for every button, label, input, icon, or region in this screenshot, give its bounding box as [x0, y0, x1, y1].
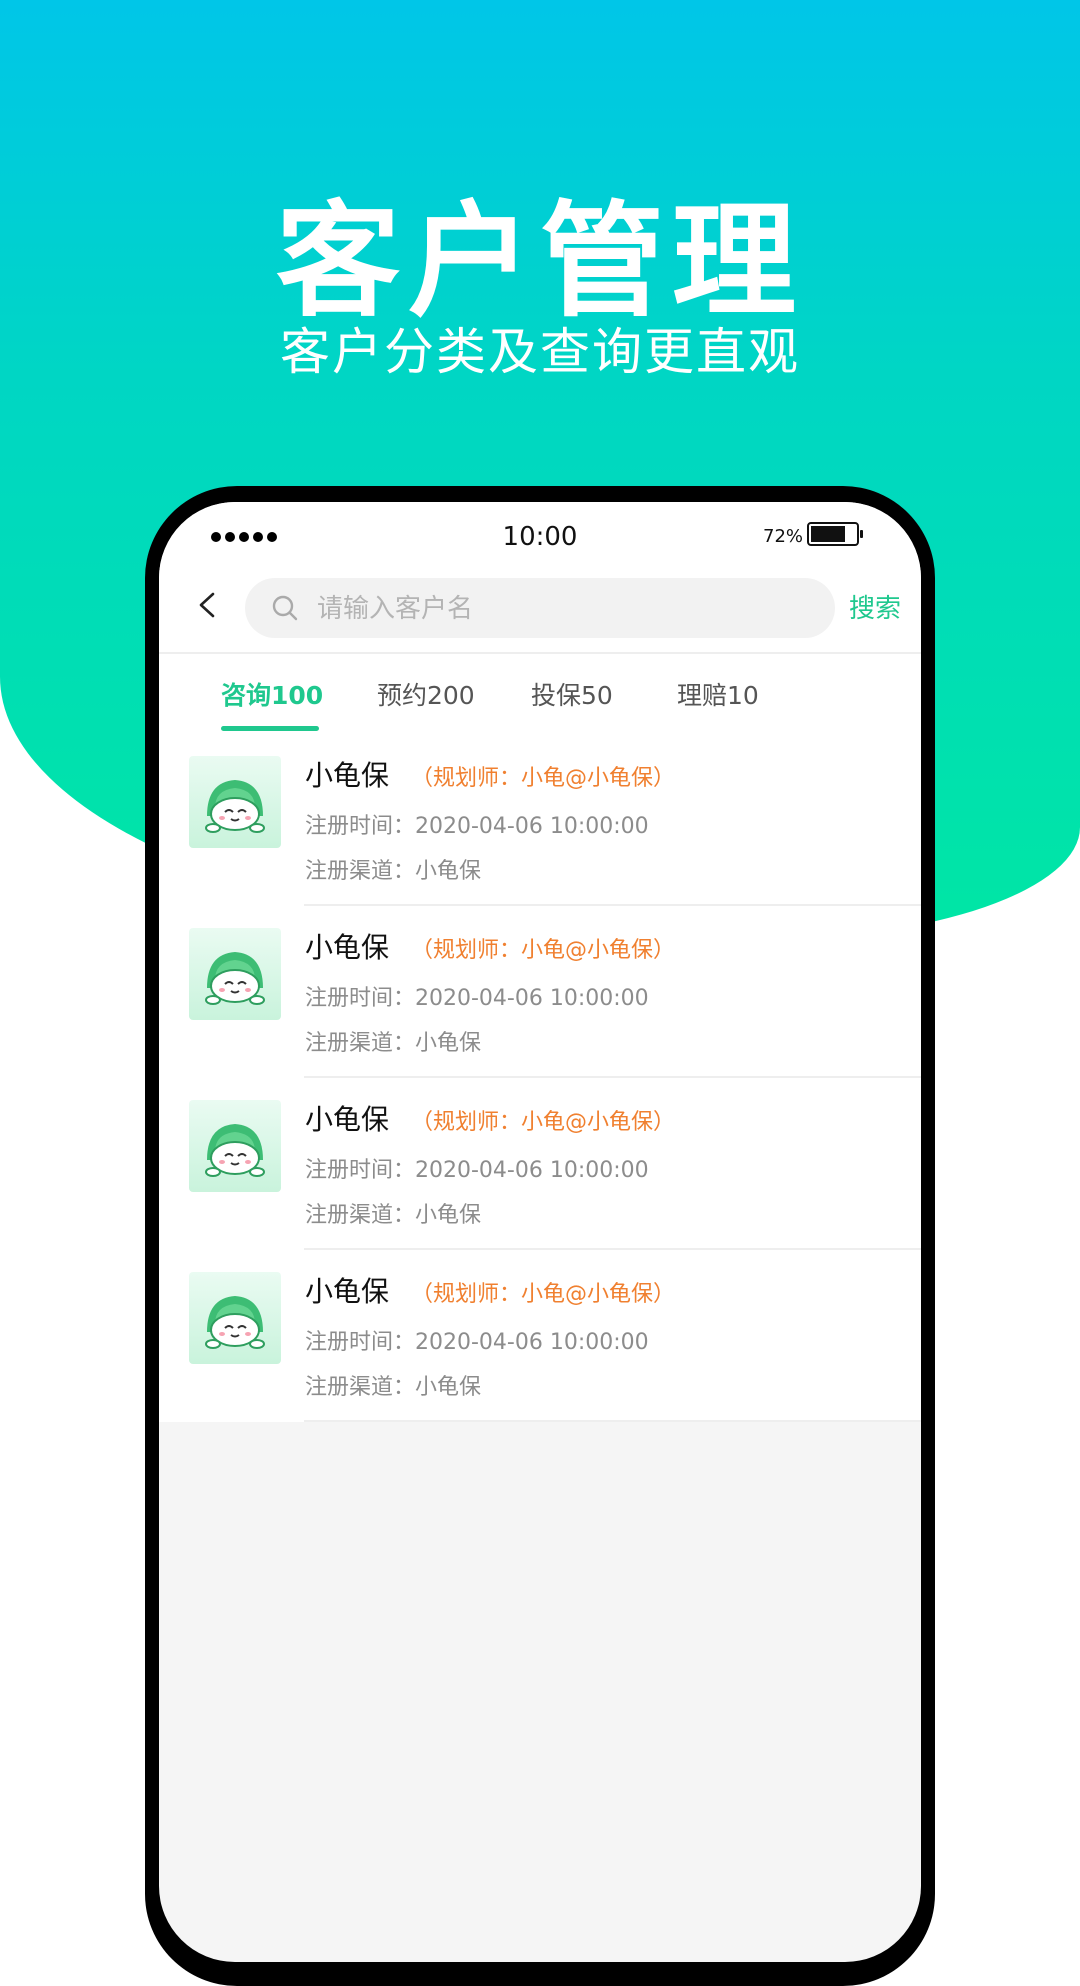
battery-icon — [807, 522, 863, 546]
customer-name: 小龟保 — [305, 1275, 390, 1308]
battery-percent: 72% — [763, 526, 804, 547]
promo-subtitle: 客户分类及查询更直观 — [280, 323, 800, 381]
turtle-avatar-icon — [189, 756, 281, 848]
planner-label: （规划师：小龟@小龟保） — [411, 1110, 676, 1135]
search-nav-bar: 搜索 — [159, 566, 921, 654]
tab-appointment[interactable]: 预约200 — [377, 676, 475, 712]
search-input[interactable] — [315, 578, 819, 640]
customer-name: 小龟保 — [305, 759, 390, 792]
divider — [304, 1420, 921, 1422]
registration-channel: 注册渠道：小龟保 — [305, 1375, 482, 1400]
phone-screen: 10:00 72% 搜索 咨询100 预约200 投保50 理赔10 — [159, 502, 921, 1962]
turtle-avatar-icon — [189, 1100, 281, 1192]
customer-name: 小龟保 — [305, 931, 390, 964]
customer-list-item[interactable]: 小龟保 （规划师：小龟@小龟保） 注册时间：2020-04-06 10:00:0… — [159, 906, 921, 1078]
planner-label: （规划师：小龟@小龟保） — [411, 766, 676, 791]
status-bar: 10:00 72% — [159, 502, 921, 566]
registration-channel: 注册渠道：小龟保 — [305, 859, 482, 884]
search-icon — [272, 595, 298, 621]
back-icon[interactable] — [195, 592, 221, 618]
active-tab-indicator — [221, 726, 319, 731]
registration-channel: 注册渠道：小龟保 — [305, 1031, 482, 1056]
customer-list-item[interactable]: 小龟保 （规划师：小龟@小龟保） 注册时间：2020-04-06 10:00:0… — [159, 1250, 921, 1422]
turtle-avatar-icon — [189, 928, 281, 1020]
tab-insure[interactable]: 投保50 — [531, 676, 613, 712]
tab-claim[interactable]: 理赔10 — [677, 676, 759, 712]
customer-list: 小龟保 （规划师：小龟@小龟保） 注册时间：2020-04-06 10:00:0… — [159, 734, 921, 1422]
registration-time: 注册时间：2020-04-06 10:00:00 — [305, 814, 649, 839]
registration-time: 注册时间：2020-04-06 10:00:00 — [305, 1330, 649, 1355]
planner-label: （规划师：小龟@小龟保） — [411, 1282, 676, 1307]
tab-consult[interactable]: 咨询100 — [221, 676, 323, 712]
registration-time: 注册时间：2020-04-06 10:00:00 — [305, 1158, 649, 1183]
customer-name: 小龟保 — [305, 1103, 390, 1136]
search-button[interactable]: 搜索 — [849, 588, 901, 625]
customer-list-item[interactable]: 小龟保 （规划师：小龟@小龟保） 注册时间：2020-04-06 10:00:0… — [159, 1078, 921, 1250]
planner-label: （规划师：小龟@小龟保） — [411, 938, 676, 963]
search-box — [245, 578, 835, 640]
registration-channel: 注册渠道：小龟保 — [305, 1203, 482, 1228]
registration-time: 注册时间：2020-04-06 10:00:00 — [305, 986, 649, 1011]
customer-list-item[interactable]: 小龟保 （规划师：小龟@小龟保） 注册时间：2020-04-06 10:00:0… — [159, 734, 921, 906]
turtle-avatar-icon — [189, 1272, 281, 1364]
category-tabs: 咨询100 预约200 投保50 理赔10 — [159, 654, 921, 736]
